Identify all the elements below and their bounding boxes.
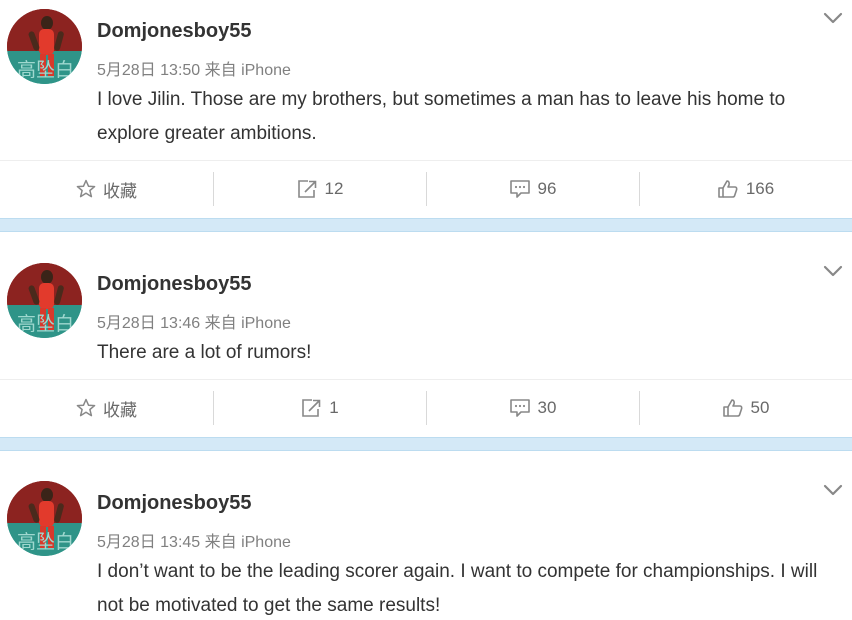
comment-bubble-icon bbox=[509, 180, 530, 198]
post-content: I love Jilin. Those are my brothers, but… bbox=[97, 89, 786, 144]
avatar[interactable]: 高坠白 bbox=[7, 481, 82, 556]
star-outline-icon bbox=[76, 179, 96, 198]
favorite-button[interactable]: 收藏 bbox=[0, 161, 213, 217]
weibo-feed: 高坠白 Domjonesboy55 5月28日 13:50 来自 iPhone … bbox=[0, 0, 852, 620]
comment-button[interactable]: 30 bbox=[426, 380, 639, 436]
chevron-down-icon[interactable] bbox=[822, 479, 844, 501]
avatar-text: 高坠白 bbox=[17, 59, 74, 81]
share-arrow-icon bbox=[297, 180, 316, 198]
comment-bubble-icon bbox=[509, 399, 530, 417]
post-separator bbox=[0, 218, 852, 232]
avatar[interactable]: 高坠白 bbox=[7, 9, 82, 84]
repost-button[interactable]: 1 bbox=[213, 380, 426, 436]
star-outline-icon bbox=[76, 398, 96, 417]
avatar-text: 高坠白 bbox=[17, 313, 74, 335]
like-button[interactable]: 50 bbox=[639, 380, 852, 436]
post-card: 高坠白 Domjonesboy55 5月28日 13:50 来自 iPhone … bbox=[0, 0, 852, 218]
favorite-button[interactable]: 收藏 bbox=[0, 380, 213, 436]
post-content: I don’t want to be the leading scorer ag… bbox=[97, 561, 818, 616]
chevron-down-icon[interactable] bbox=[822, 260, 844, 282]
username[interactable]: Domjonesboy55 bbox=[97, 20, 251, 43]
share-arrow-icon bbox=[302, 399, 321, 417]
post-meta: 5月28日 13:45 来自 iPhone bbox=[97, 534, 291, 551]
repost-button[interactable]: 12 bbox=[213, 161, 426, 217]
thumbs-up-icon bbox=[718, 180, 738, 198]
username[interactable]: Domjonesboy55 bbox=[97, 273, 251, 296]
chevron-down-icon[interactable] bbox=[822, 7, 844, 29]
favorite-label: 收藏 bbox=[103, 400, 137, 420]
post-meta: 5月28日 13:46 来自 iPhone bbox=[97, 315, 291, 332]
like-count: 50 bbox=[750, 398, 770, 417]
post-separator bbox=[0, 437, 852, 451]
action-bar: 收藏 12 96 166 bbox=[0, 160, 852, 217]
thumbs-up-icon bbox=[722, 399, 743, 417]
avatar[interactable]: 高坠白 bbox=[7, 263, 82, 338]
repost-count: 1 bbox=[329, 398, 339, 417]
comment-count: 96 bbox=[537, 179, 557, 198]
post-card: 高坠白 Domjonesboy55 5月28日 13:46 来自 iPhone … bbox=[0, 232, 852, 437]
favorite-label: 收藏 bbox=[103, 181, 137, 201]
repost-count: 12 bbox=[324, 179, 344, 198]
action-bar: 收藏 1 30 50 bbox=[0, 379, 852, 436]
post-meta: 5月28日 13:50 来自 iPhone bbox=[97, 62, 291, 79]
post-card: 高坠白 Domjonesboy55 5月28日 13:45 来自 iPhone … bbox=[0, 451, 852, 620]
comment-button[interactable]: 96 bbox=[426, 161, 639, 217]
like-count: 166 bbox=[745, 179, 775, 198]
like-button[interactable]: 166 bbox=[639, 161, 852, 217]
comment-count: 30 bbox=[537, 398, 557, 417]
username[interactable]: Domjonesboy55 bbox=[97, 492, 251, 515]
post-content: There are a lot of rumors! bbox=[97, 342, 312, 363]
avatar-text: 高坠白 bbox=[17, 531, 74, 553]
